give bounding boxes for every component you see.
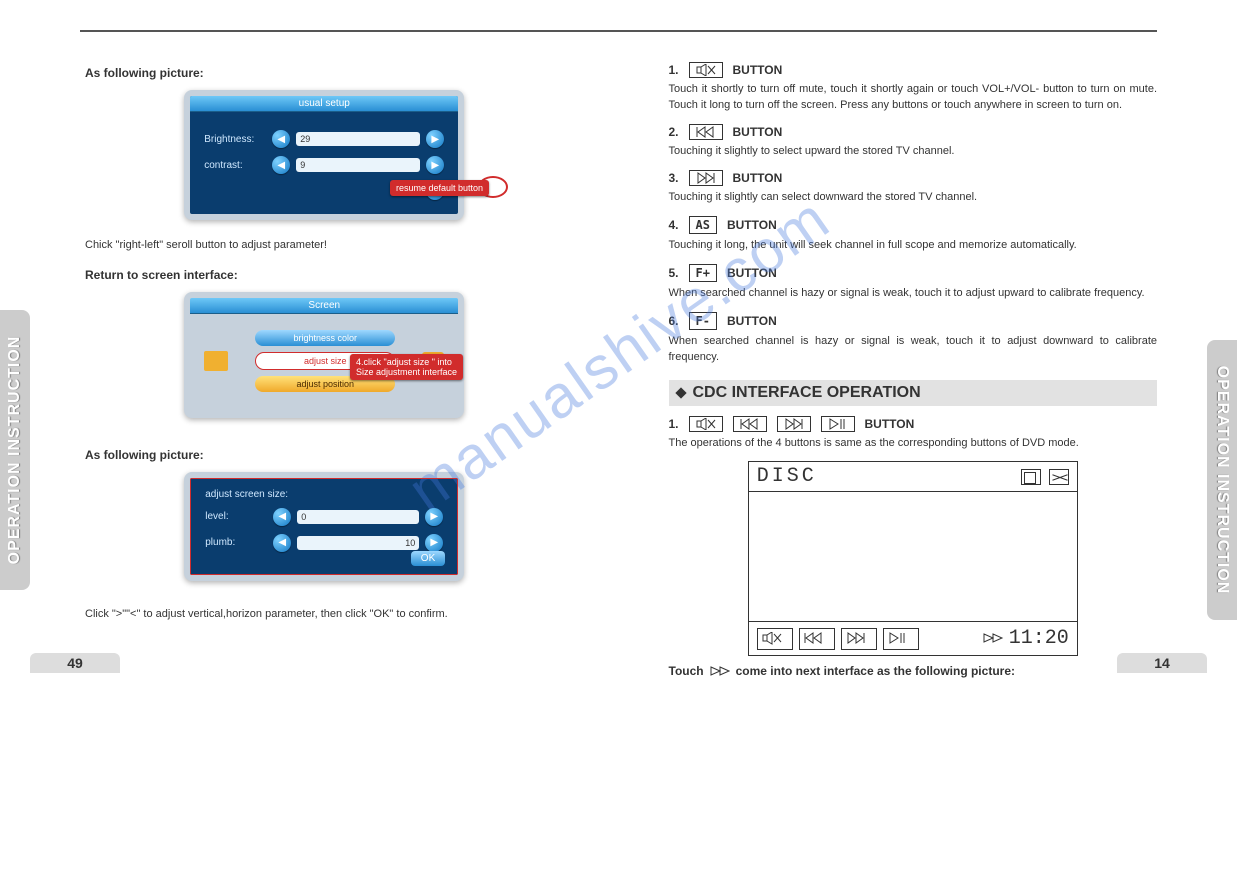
btn-item-4: 4. AS BUTTON xyxy=(669,216,1158,234)
disc-interface: DISC 11:20 xyxy=(748,461,1078,656)
btn-item-2: 2. BUTTON xyxy=(669,124,1158,140)
disc-content-area xyxy=(749,492,1077,622)
plumb-slider[interactable]: 10 xyxy=(297,536,419,550)
plumb-label: plumb: xyxy=(205,537,267,548)
level-left-arrow[interactable]: ◀ xyxy=(273,508,291,526)
fast-forward-icon xyxy=(983,633,1005,645)
plumb-right-arrow[interactable]: ▶ xyxy=(425,534,443,552)
disc-title: DISC xyxy=(757,465,817,488)
disc-time: 11:20 xyxy=(1009,627,1069,650)
btn-desc-5: When searched channel is hazy or signal … xyxy=(669,286,1158,302)
folder-icon xyxy=(204,351,228,371)
next-icon xyxy=(689,170,723,186)
ff-inline-icon xyxy=(710,666,730,676)
btn-desc-6: When searched channel is hazy or signal … xyxy=(669,334,1158,366)
btn-item-6: 6. F- BUTTON xyxy=(669,312,1158,330)
ok-button[interactable]: OK xyxy=(411,551,445,566)
left-page: As following picture: usual setup Bright… xyxy=(80,52,569,678)
plumb-left-arrow[interactable]: ◀ xyxy=(273,534,291,552)
level-label: level: xyxy=(205,511,267,522)
side-tab-right: OPERATION INSTRUCTION xyxy=(1207,340,1237,620)
left-h3: As following picture: xyxy=(85,448,569,462)
left-h2: Return to screen interface: xyxy=(85,268,569,282)
mute-icon xyxy=(689,62,723,78)
panel3-heading: adjust screen size: xyxy=(205,489,443,500)
btn-item-5: 5. F+ BUTTON xyxy=(669,264,1158,282)
btn-desc-2: Touching it slightly to select upward th… xyxy=(669,144,1158,160)
btn-desc-4: Touching it long, the unit will seek cha… xyxy=(669,238,1158,254)
btn-desc-1: Touch it shortly to turn off mute, touch… xyxy=(669,82,1158,114)
adjust-size-panel: adjust screen size: level: ◀ 0 ▶ plumb: … xyxy=(184,472,464,581)
menu-brightness-color[interactable]: brightness color xyxy=(255,330,395,346)
contrast-left-arrow[interactable]: ◀ xyxy=(272,156,290,174)
as-icon: AS xyxy=(689,216,717,234)
left-h1: As following picture: xyxy=(85,66,569,80)
callout-adjust-size: 4.click "adjust size " into Size adjustm… xyxy=(350,354,463,380)
fminus-icon: F- xyxy=(689,312,717,330)
cdc-next-icon xyxy=(777,416,811,432)
cdc-mute-icon xyxy=(689,416,723,432)
disc-prev-button[interactable] xyxy=(799,628,835,650)
callout-resume-default: resume default button xyxy=(390,180,489,196)
contrast-label: contrast: xyxy=(204,160,266,171)
contrast-slider[interactable]: 9 xyxy=(296,158,420,172)
brightness-left-arrow[interactable]: ◀ xyxy=(272,130,290,148)
cdc-play-icon xyxy=(821,416,855,432)
disc-mute-button[interactable] xyxy=(757,628,793,650)
btn-item-1: 1. BUTTON xyxy=(669,62,1158,78)
level-right-arrow[interactable]: ▶ xyxy=(425,508,443,526)
fplus-icon: F+ xyxy=(689,264,717,282)
disc-play-button[interactable] xyxy=(883,628,919,650)
left-text1: Chick "right-left" seroll button to adju… xyxy=(85,238,569,254)
page-number-left: 49 xyxy=(30,653,120,673)
left-text2: Click ">""<" to adjust vertical,horizon … xyxy=(85,607,569,623)
brightness-right-arrow[interactable]: ▶ xyxy=(426,130,444,148)
panel2-title: Screen xyxy=(190,298,458,314)
disc-window-icon[interactable] xyxy=(1021,469,1041,485)
btn-item-3: 3. BUTTON xyxy=(669,170,1158,186)
contrast-right-arrow[interactable]: ▶ xyxy=(426,156,444,174)
btn-desc-3: Touching it slightly can select downward… xyxy=(669,190,1158,206)
disc-close-icon[interactable] xyxy=(1049,469,1069,485)
brightness-slider[interactable]: 29 xyxy=(296,132,420,146)
side-tab-left: OPERATION INSTRUCTION xyxy=(0,310,30,590)
touch-next-line: Touch come into next interface as the fo… xyxy=(669,664,1158,678)
usual-setup-panel: usual setup Brightness: ◀ 29 ▶ contrast:… xyxy=(184,90,464,220)
panel1-title: usual setup xyxy=(190,96,458,112)
diamond-icon xyxy=(675,387,686,398)
brightness-label: Brightness: xyxy=(204,134,266,145)
page-number-right: 14 xyxy=(1117,653,1207,673)
right-page: 1. BUTTON Touch it shortly to turn off m… xyxy=(669,52,1158,678)
cdc-prev-icon xyxy=(733,416,767,432)
cdc-desc: The operations of the 4 buttons is same … xyxy=(669,436,1158,452)
disc-next-button[interactable] xyxy=(841,628,877,650)
prev-icon xyxy=(689,124,723,140)
level-slider[interactable]: 0 xyxy=(297,510,419,524)
top-rule xyxy=(80,30,1157,32)
cdc-item-1: 1. BUTTON xyxy=(669,416,1158,432)
section-cdc: CDC INTERFACE OPERATION xyxy=(669,380,1158,406)
